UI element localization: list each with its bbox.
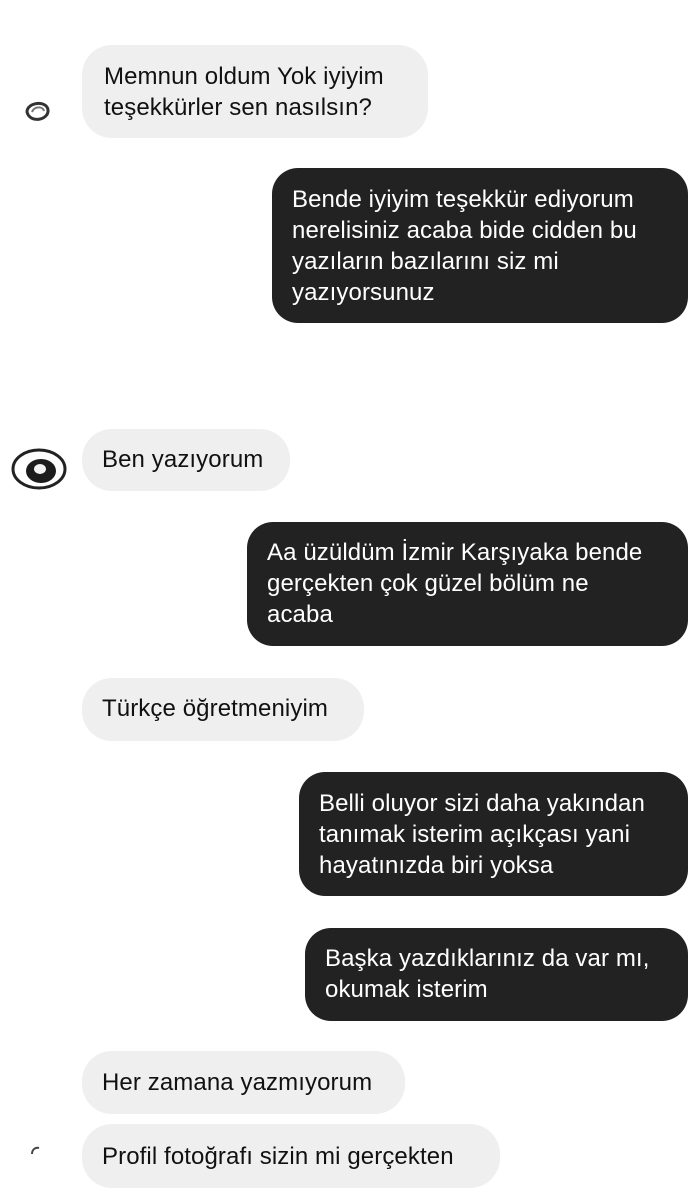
chat-thread: Memnun oldum Yok iyiyim teşekkürler sen … (0, 0, 690, 1188)
contact-avatar-icon[interactable] (28, 1144, 42, 1158)
outgoing-message[interactable]: Belli oluyor sizi daha yakından tanımak … (299, 772, 688, 896)
incoming-message[interactable]: Ben yazıyorum (82, 429, 290, 491)
contact-avatar-icon[interactable] (10, 446, 68, 492)
outgoing-message[interactable]: Bende iyiyim teşekkür ediyorum nerelisin… (272, 168, 688, 323)
incoming-message[interactable]: Türkçe öğretmeniyim (82, 678, 364, 741)
outgoing-message[interactable]: Aa üzüldüm İzmir Karşıyaka bende gerçekt… (247, 522, 688, 646)
incoming-message[interactable]: Memnun oldum Yok iyiyim teşekkürler sen … (82, 45, 428, 138)
outgoing-message[interactable]: Başka yazdıklarınız da var mı, okumak is… (305, 928, 688, 1021)
incoming-message[interactable]: Her zamana yazmıyorum (82, 1051, 405, 1114)
contact-avatar-icon[interactable] (20, 94, 54, 128)
incoming-message[interactable]: Profil fotoğrafı sizin mi gerçekten (82, 1124, 500, 1188)
